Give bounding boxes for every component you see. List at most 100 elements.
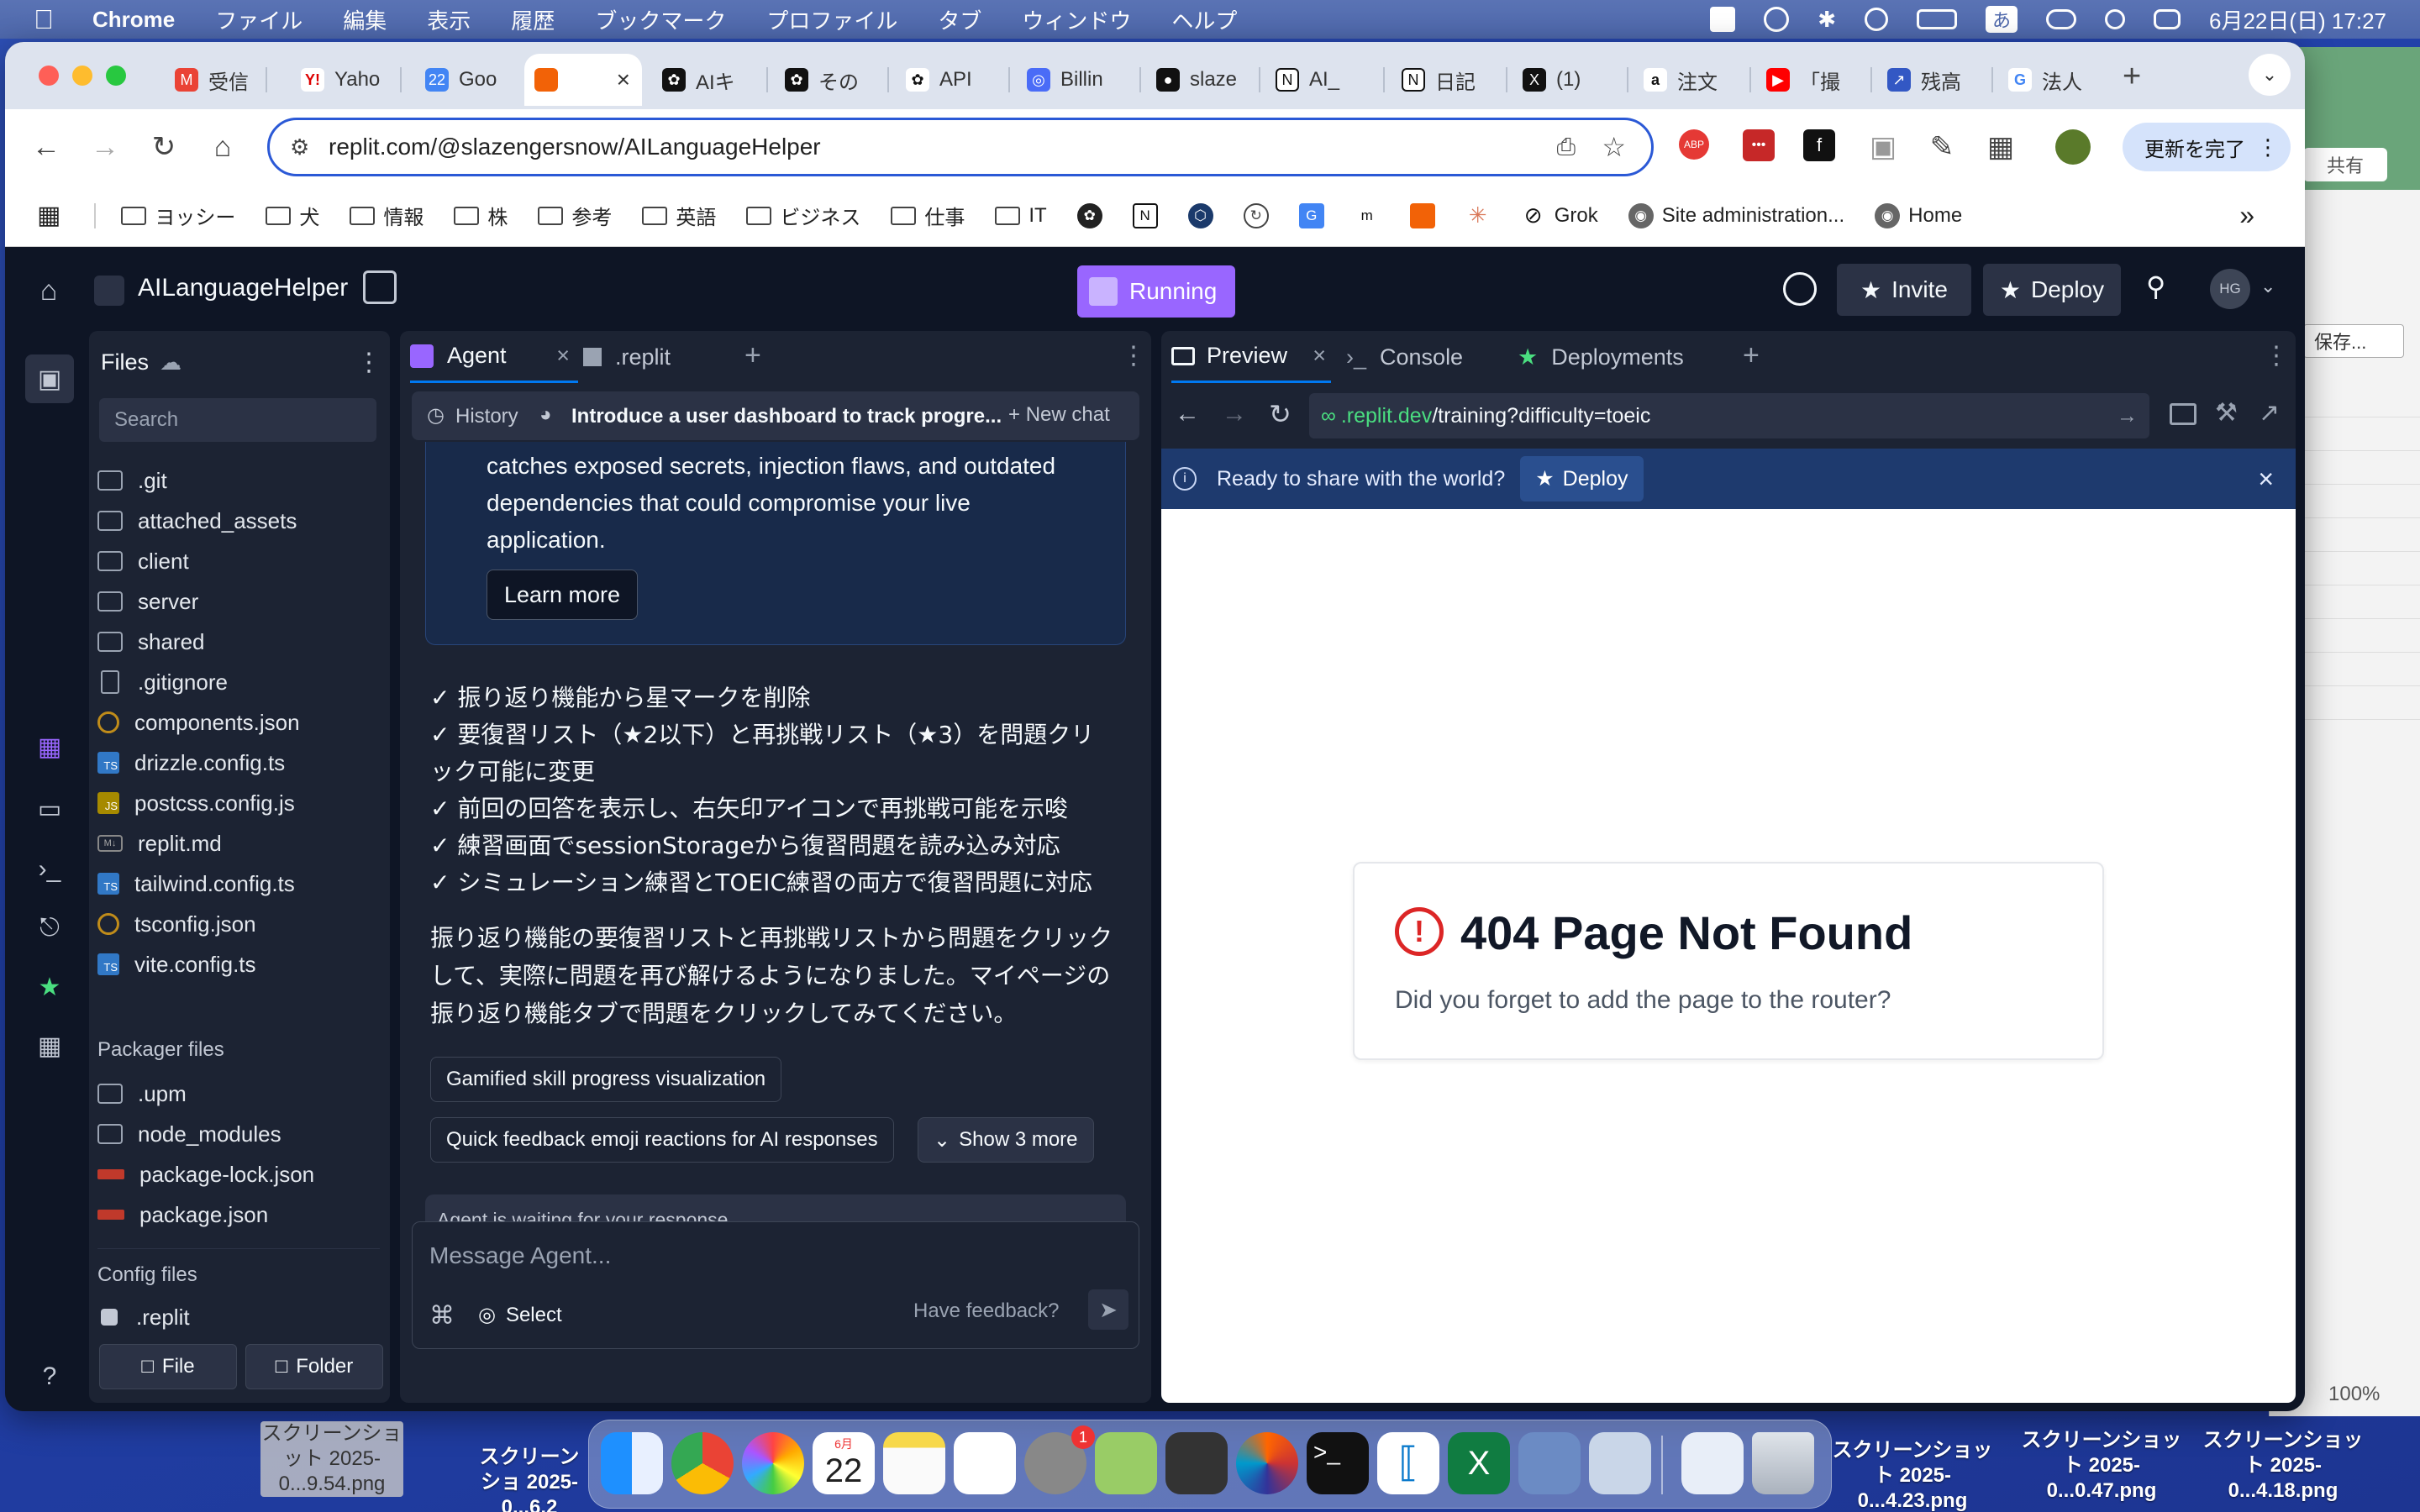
project-name[interactable]: AILanguageHelper: [138, 274, 348, 302]
history-icon[interactable]: ◷: [427, 403, 445, 428]
file-row[interactable]: TS drizzle.config.ts: [89, 743, 383, 783]
iphone-mirroring-icon[interactable]: [1518, 1432, 1581, 1494]
preview-forward-icon[interactable]: →: [1222, 400, 1247, 428]
bookmark-m[interactable]: m: [1354, 202, 1388, 228]
tab-x[interactable]: X (1): [1512, 54, 1622, 106]
bookmark-folder[interactable]: 英語: [642, 201, 716, 230]
bookmark-folder[interactable]: 参考: [538, 201, 612, 230]
bluetooth-icon[interactable]: ✱: [1818, 7, 1836, 33]
bookmark-folder[interactable]: ヨッシー: [121, 201, 235, 230]
notifications-bell-icon[interactable]: ⚲: [2146, 270, 2165, 302]
trash-icon[interactable]: [1752, 1432, 1814, 1494]
tab-yahoo[interactable]: Y! Yaho: [291, 54, 392, 106]
file-row[interactable]: attached_assets: [89, 501, 383, 541]
file-row[interactable]: node_modules: [89, 1114, 383, 1154]
file-row[interactable]: components.json: [89, 702, 383, 743]
install-app-icon[interactable]: ⎙: [1557, 134, 1576, 161]
preview-app-icon[interactable]: [1589, 1432, 1651, 1494]
bookmark-openai[interactable]: ✿: [1076, 202, 1111, 228]
devtools-wrench-icon[interactable]: ⚒: [2215, 398, 2238, 428]
bookmark-star-icon[interactable]: ☆: [1602, 131, 1626, 163]
deployments-rail-icon[interactable]: ★: [29, 966, 71, 1008]
bookmark-circle[interactable]: ↻: [1243, 202, 1277, 228]
chrome-icon[interactable]: [671, 1432, 734, 1494]
go-arrow-icon[interactable]: →: [2117, 404, 2138, 428]
deploy-button[interactable]: ★ Deploy: [1983, 264, 2121, 316]
chat-title[interactable]: Introduce a user dashboard to track prog…: [571, 405, 1002, 428]
bookmark-claude[interactable]: ✳: [1465, 202, 1499, 228]
terminal-icon[interactable]: >_: [1307, 1432, 1369, 1494]
files-menu-icon[interactable]: ⋮: [356, 348, 381, 377]
message-input-placeholder[interactable]: Message Agent...: [429, 1242, 611, 1269]
calculator-icon[interactable]: [1165, 1432, 1228, 1494]
file-row[interactable]: .replit: [89, 1297, 383, 1337]
zoom-window-button[interactable]: [106, 66, 126, 86]
menubar-datetime[interactable]: 6月22日(日) 17:27: [2209, 4, 2386, 35]
menu-help[interactable]: ヘルプ: [1171, 4, 1237, 35]
agent-rail-icon[interactable]: ▦: [29, 726, 71, 768]
bookmark-home[interactable]: ◉ Home: [1875, 202, 1962, 228]
play-icon[interactable]: [1764, 7, 1790, 32]
tab-search-button[interactable]: ⌄: [2249, 54, 2291, 96]
bookmark-blue[interactable]: ⬡: [1187, 202, 1222, 228]
database-rail-icon[interactable]: ⎋: [29, 907, 71, 949]
history-button[interactable]: History: [455, 405, 518, 428]
preview-rail-icon[interactable]: ▭: [29, 788, 71, 830]
file-row[interactable]: TS vite.config.ts: [89, 944, 383, 984]
site-info-icon[interactable]: ⚙: [290, 134, 309, 160]
script-editor-icon[interactable]: [1095, 1432, 1157, 1494]
file-row[interactable]: package.json: [89, 1194, 383, 1235]
tab-bank[interactable]: ↗ 残高: [1877, 54, 1986, 106]
minimize-window-button[interactable]: [72, 66, 92, 86]
device-preview-icon[interactable]: [2170, 403, 2196, 425]
learn-more-button[interactable]: Learn more: [487, 570, 638, 620]
suggestion-chip[interactable]: Quick feedback emoji reactions for AI re…: [430, 1117, 894, 1163]
clock-icon[interactable]: [1865, 8, 1888, 31]
menu-history[interactable]: 履歴: [511, 4, 555, 35]
wifi-icon[interactable]: [2046, 9, 2077, 29]
menu-file[interactable]: ファイル: [215, 4, 302, 35]
run-button[interactable]: Running: [1077, 265, 1235, 318]
close-tab-icon[interactable]: ×: [556, 343, 570, 369]
drive-icon[interactable]: [1710, 7, 1736, 32]
desktop-file[interactable]: スクリーンショット 2025-0...9.54.png: [260, 1421, 403, 1497]
tab-replit-active[interactable]: ×: [524, 54, 642, 106]
new-folder-button[interactable]: □ Folder: [245, 1344, 383, 1389]
tab-amazon[interactable]: a 注文: [1634, 54, 1743, 106]
input-mode-indicator[interactable]: あ: [1986, 6, 2018, 33]
feedback-link[interactable]: Have feedback?: [913, 1299, 1059, 1323]
update-chrome-button[interactable]: 更新を完了 ⋮: [2123, 123, 2291, 171]
apple-icon[interactable]: : [34, 4, 54, 35]
tab-preview[interactable]: Preview ×: [1171, 331, 1331, 383]
help-icon[interactable]: ?: [29, 1356, 71, 1398]
file-row[interactable]: JS postcss.config.js: [89, 783, 383, 823]
select-element-button[interactable]: ◎ Select: [478, 1303, 562, 1327]
excel-icon[interactable]: X: [1448, 1432, 1510, 1494]
downloads-folder-icon[interactable]: [1681, 1432, 1744, 1494]
file-search-input[interactable]: Search: [99, 398, 376, 442]
menu-tab[interactable]: タブ: [938, 4, 981, 35]
profile-avatar[interactable]: [2055, 129, 2091, 165]
avatar-dropdown-icon[interactable]: ⌄: [2260, 276, 2275, 297]
tab-github[interactable]: ● slaze: [1146, 54, 1255, 106]
project-icon[interactable]: [94, 276, 124, 306]
camera-extension-icon[interactable]: ▣: [1862, 126, 1904, 168]
bookmark-translate[interactable]: G: [1298, 202, 1333, 228]
finder-icon[interactable]: [601, 1432, 663, 1494]
file-row[interactable]: shared: [89, 622, 383, 662]
apps-grid-icon[interactable]: ▦: [37, 201, 60, 230]
preview-reload-icon[interactable]: ↻: [1269, 398, 1292, 430]
tab-chatgpt-2[interactable]: ✿ その: [775, 54, 884, 106]
attach-icon[interactable]: ⌘: [429, 1301, 455, 1331]
photos-icon[interactable]: [742, 1432, 804, 1494]
menu-view[interactable]: 表示: [427, 4, 471, 35]
share-button[interactable]: 共有: [2303, 148, 2387, 181]
menu-profile[interactable]: プロファイル: [766, 4, 897, 35]
menu-bookmarks[interactable]: ブックマーク: [595, 4, 726, 35]
tab-youtube[interactable]: ▶ 「撮: [1756, 54, 1865, 106]
extensions-puzzle-icon[interactable]: ▦: [1980, 126, 2022, 168]
files-rail-icon[interactable]: ▣: [25, 354, 74, 403]
user-avatar[interactable]: HG: [2210, 269, 2250, 309]
open-new-tab-icon[interactable]: ↗: [2259, 398, 2280, 428]
search-icon[interactable]: [1783, 272, 1817, 306]
